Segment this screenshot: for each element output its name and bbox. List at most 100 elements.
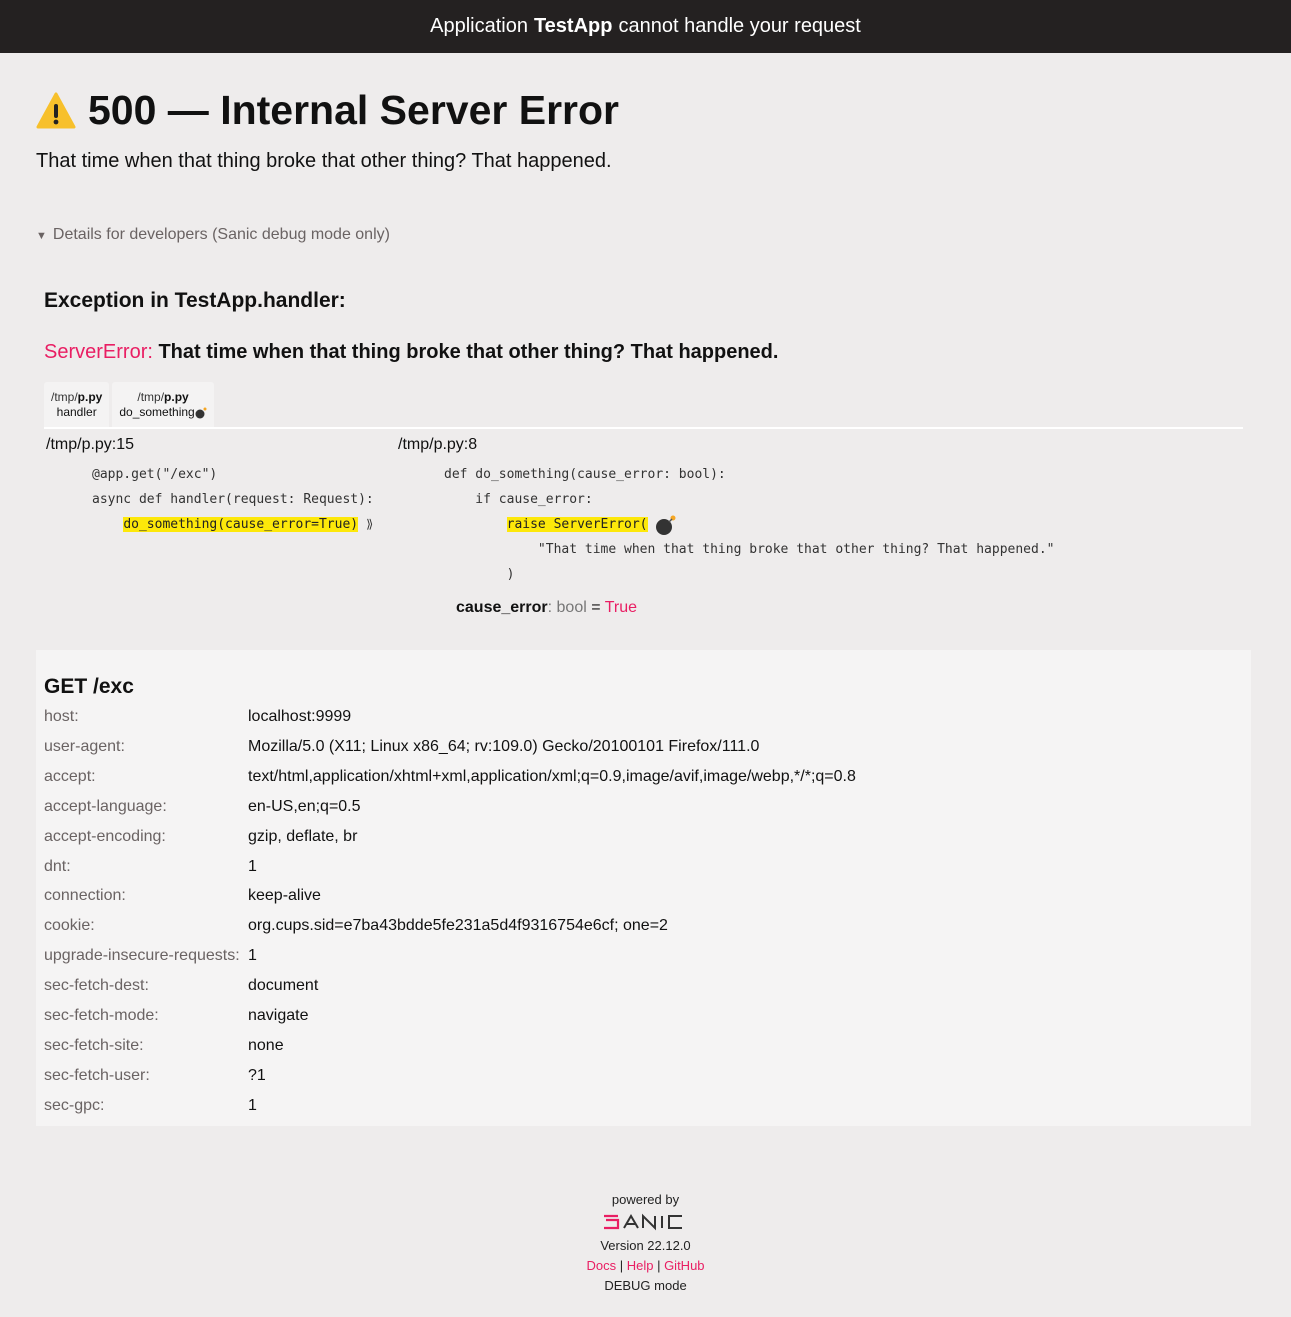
version: Version 22.12.0: [600, 1238, 691, 1253]
frame-path-do-something: /tmp/p.py:8: [398, 436, 478, 453]
error-message: That time when that thing broke that oth…: [36, 150, 612, 172]
header-key: connection:: [44, 887, 126, 905]
footer: powered by Version 22.12.0 Docs | Help |…: [0, 1190, 1291, 1296]
tab-func-name: handler: [56, 405, 97, 419]
warning-icon: [36, 92, 76, 128]
bomb-icon: [656, 515, 676, 535]
header-key: upgrade-insecure-requests:: [44, 947, 240, 965]
header-row: sec-fetch-dest: document: [44, 977, 318, 995]
header-row: sec-fetch-user: ?1: [44, 1067, 266, 1085]
error-title: 500 — Internal Server Error: [88, 87, 619, 133]
tab-func-name: do_something: [119, 405, 195, 419]
variable-value: True: [604, 599, 638, 616]
header-row: connection: keep-alive: [44, 887, 321, 905]
header-key: sec-fetch-mode:: [44, 1007, 159, 1024]
link-separator: |: [653, 1258, 665, 1273]
header-key: accept:: [44, 767, 96, 785]
bomb-icon: [195, 407, 207, 419]
tab-frame-do-something[interactable]: /tmp/p.py do_something: [112, 382, 214, 427]
header-row: upgrade-insecure-requests: 1: [44, 947, 257, 965]
exception-line: ServerError: That time when that thing b…: [44, 341, 778, 364]
header-row: sec-fetch-site: none: [44, 1037, 284, 1055]
request-panel: GET /exc host: localhost:9999 user-agent: M…: [36, 650, 1251, 1126]
header-row: cookie: org.cups.sid=e7ba43bdde5fe231a5d4…: [44, 917, 668, 935]
code-line: ): [444, 567, 515, 582]
header-key: accept-language:: [44, 797, 167, 815]
arrow-icon: ⟫: [365, 517, 374, 531]
code-block-handler: @app.get("/exc") async def handler(reques…: [92, 462, 374, 537]
docs-link[interactable]: Docs: [586, 1258, 616, 1273]
header-value: gzip, deflate, br: [248, 827, 358, 845]
header-key: dnt:: [44, 857, 71, 875]
header-value: 1: [248, 1096, 257, 1114]
header-row: accept-language: en-US,en;q=0.5: [44, 798, 361, 816]
code-line: async def handler(request: Request):: [92, 492, 374, 507]
header-value: 1: [248, 947, 257, 965]
header-key: accept-encoding:: [44, 827, 166, 845]
request-title: GET /exc: [44, 675, 134, 698]
page-title: 500 — Internal Server Error: [36, 87, 619, 134]
header-value: en-US,en;q=0.5: [248, 797, 361, 815]
header-row: accept: text/html,application/xhtml+xml,a…: [44, 768, 856, 786]
header-value: keep-alive: [248, 887, 321, 905]
highlighted-raise: raise ServerError(: [506, 517, 648, 532]
tab-file-name: p.py: [164, 390, 189, 404]
frame-path-handler: /tmp/p.py:15: [46, 436, 135, 453]
tab-file-dir: /tmp/: [137, 390, 165, 404]
exception-title: Exception in TestApp.handler:: [44, 289, 346, 312]
header-value: localhost:9999: [248, 708, 352, 725]
header-value: none: [248, 1036, 284, 1054]
banner-suffix: cannot handle your request: [618, 15, 861, 37]
code-line: @app.get("/exc"): [92, 467, 218, 482]
header-key: sec-fetch-user:: [44, 1066, 150, 1084]
variable-eq: =: [586, 599, 605, 616]
frame-tabs: /tmp/p.py handler /tmp/p.py do_something: [44, 382, 214, 427]
header-value: Mozilla/5.0 (X11; Linux x86_64; rv:109.0…: [248, 737, 760, 755]
highlighted-call: do_something(cause_error=True): [123, 517, 359, 532]
header-row: dnt: 1: [44, 858, 257, 876]
tab-frame-handler[interactable]: /tmp/p.py handler: [44, 382, 110, 427]
tab-file-name: p.py: [77, 390, 103, 404]
tab-file-dir: /tmp/: [51, 390, 78, 404]
code-line: if cause_error:: [444, 492, 593, 507]
link-separator: |: [616, 1258, 627, 1273]
header-key: sec-fetch-dest:: [44, 977, 149, 995]
header-row: user-agent: Mozilla/5.0 (X11; Linux x86_6…: [44, 738, 759, 756]
code-line: def do_something(cause_error: bool):: [444, 467, 726, 482]
exception-type: ServerError:: [44, 341, 153, 363]
sanic-logo: [603, 1213, 682, 1231]
banner-app-name: TestApp: [533, 15, 613, 37]
footer-links: Docs | Help | GitHub: [0, 1256, 1291, 1276]
code-line-highlighted: raise ServerError(: [444, 512, 1054, 537]
tab-divider: [44, 427, 1243, 429]
triangle-down-icon: ▼: [36, 230, 47, 242]
local-variable: cause_error: bool = True: [456, 599, 637, 617]
github-link[interactable]: GitHub: [664, 1258, 704, 1273]
top-banner: Application TestApp cannot handle your r…: [0, 0, 1291, 53]
banner-prefix: Application: [430, 15, 528, 37]
debug-mode: DEBUG mode: [604, 1278, 687, 1293]
code-block-do-something: def do_something(cause_error: bool): if …: [444, 462, 1054, 587]
header-row: sec-gpc: 1: [44, 1097, 257, 1115]
header-row: sec-fetch-mode: navigate: [44, 1007, 309, 1025]
header-value: 1: [248, 857, 257, 875]
header-row: accept-encoding: gzip, deflate, br: [44, 828, 357, 846]
header-value: navigate: [248, 1007, 309, 1024]
powered-by: powered by: [611, 1192, 680, 1207]
exception-message: That time when that thing broke that oth…: [158, 341, 779, 363]
header-row: host: localhost:9999: [44, 708, 351, 726]
variable-name: cause_error: [456, 599, 548, 616]
help-link[interactable]: Help: [627, 1258, 654, 1273]
details-summary-label: Details for developers (Sanic debug mode…: [52, 226, 390, 243]
details-toggle[interactable]: ▼ Details for developers (Sanic debug mod…: [36, 226, 390, 244]
code-line: "That time when that thing broke that ot…: [444, 542, 1055, 557]
code-line-highlighted: do_something(cause_error=True) ⟫: [92, 512, 374, 537]
header-key: host:: [44, 708, 79, 725]
header-key: cookie:: [44, 917, 95, 935]
header-value: text/html,application/xhtml+xml,applicat…: [248, 767, 856, 785]
header-value: ?1: [248, 1066, 266, 1084]
variable-type: : bool: [547, 599, 587, 616]
header-key: sec-fetch-site:: [44, 1036, 144, 1054]
header-key: sec-gpc:: [44, 1096, 105, 1114]
header-value: document: [248, 977, 319, 995]
